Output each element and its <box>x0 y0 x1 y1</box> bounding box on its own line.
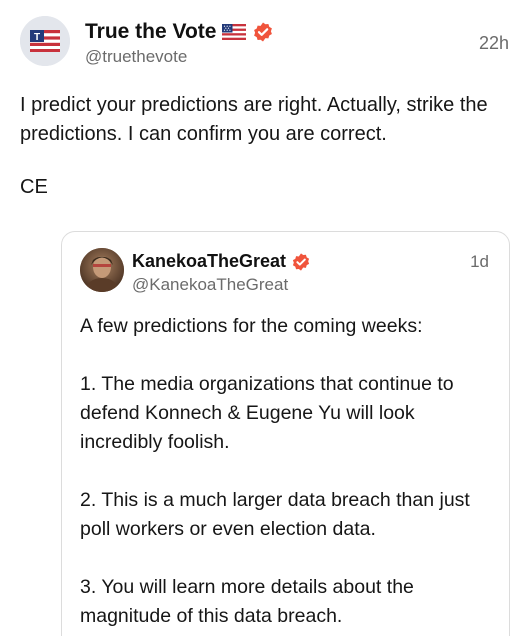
verified-badge-icon <box>291 252 311 272</box>
quoted-text: A few predictions for the coming weeks: … <box>80 312 500 636</box>
author-name[interactable]: True the Vote <box>85 20 216 44</box>
quoted-avatar[interactable] <box>80 248 124 292</box>
svg-text:T: T <box>34 32 40 43</box>
true-the-vote-logo: T <box>20 16 70 66</box>
verified-badge-icon <box>252 21 274 43</box>
quoted-paragraph: A few predictions for the coming weeks: <box>80 315 423 337</box>
us-flag-icon <box>222 24 247 40</box>
quoted-author-handle[interactable]: @KanekoaTheGreat <box>132 275 288 295</box>
quoted-paragraph: 1. The media organizations that continue… <box>80 373 454 453</box>
quoted-paragraph: 2. This is a much larger data breach tha… <box>80 489 470 540</box>
quoted-author-name[interactable]: KanekoaTheGreat <box>132 251 286 272</box>
portrait-image <box>80 248 124 292</box>
quoted-post-card[interactable]: KanekoaTheGreat @KanekoaTheGreat 1d A fe… <box>61 231 510 636</box>
quoted-author-row[interactable]: KanekoaTheGreat <box>132 251 311 272</box>
author-handle[interactable]: @truethevote <box>85 47 187 67</box>
post-text: I predict your predictions are right. Ac… <box>20 94 488 145</box>
post-signature: CE <box>20 176 48 198</box>
quoted-paragraph: 3. You will learn more details about the… <box>80 576 414 627</box>
post-timestamp[interactable]: 22h <box>479 33 509 54</box>
author-name-row[interactable]: True the Vote <box>85 20 274 44</box>
post: T True the Vote @truethevote 22h I predi… <box>0 0 529 636</box>
avatar[interactable]: T <box>20 16 70 66</box>
quoted-timestamp[interactable]: 1d <box>470 252 489 272</box>
